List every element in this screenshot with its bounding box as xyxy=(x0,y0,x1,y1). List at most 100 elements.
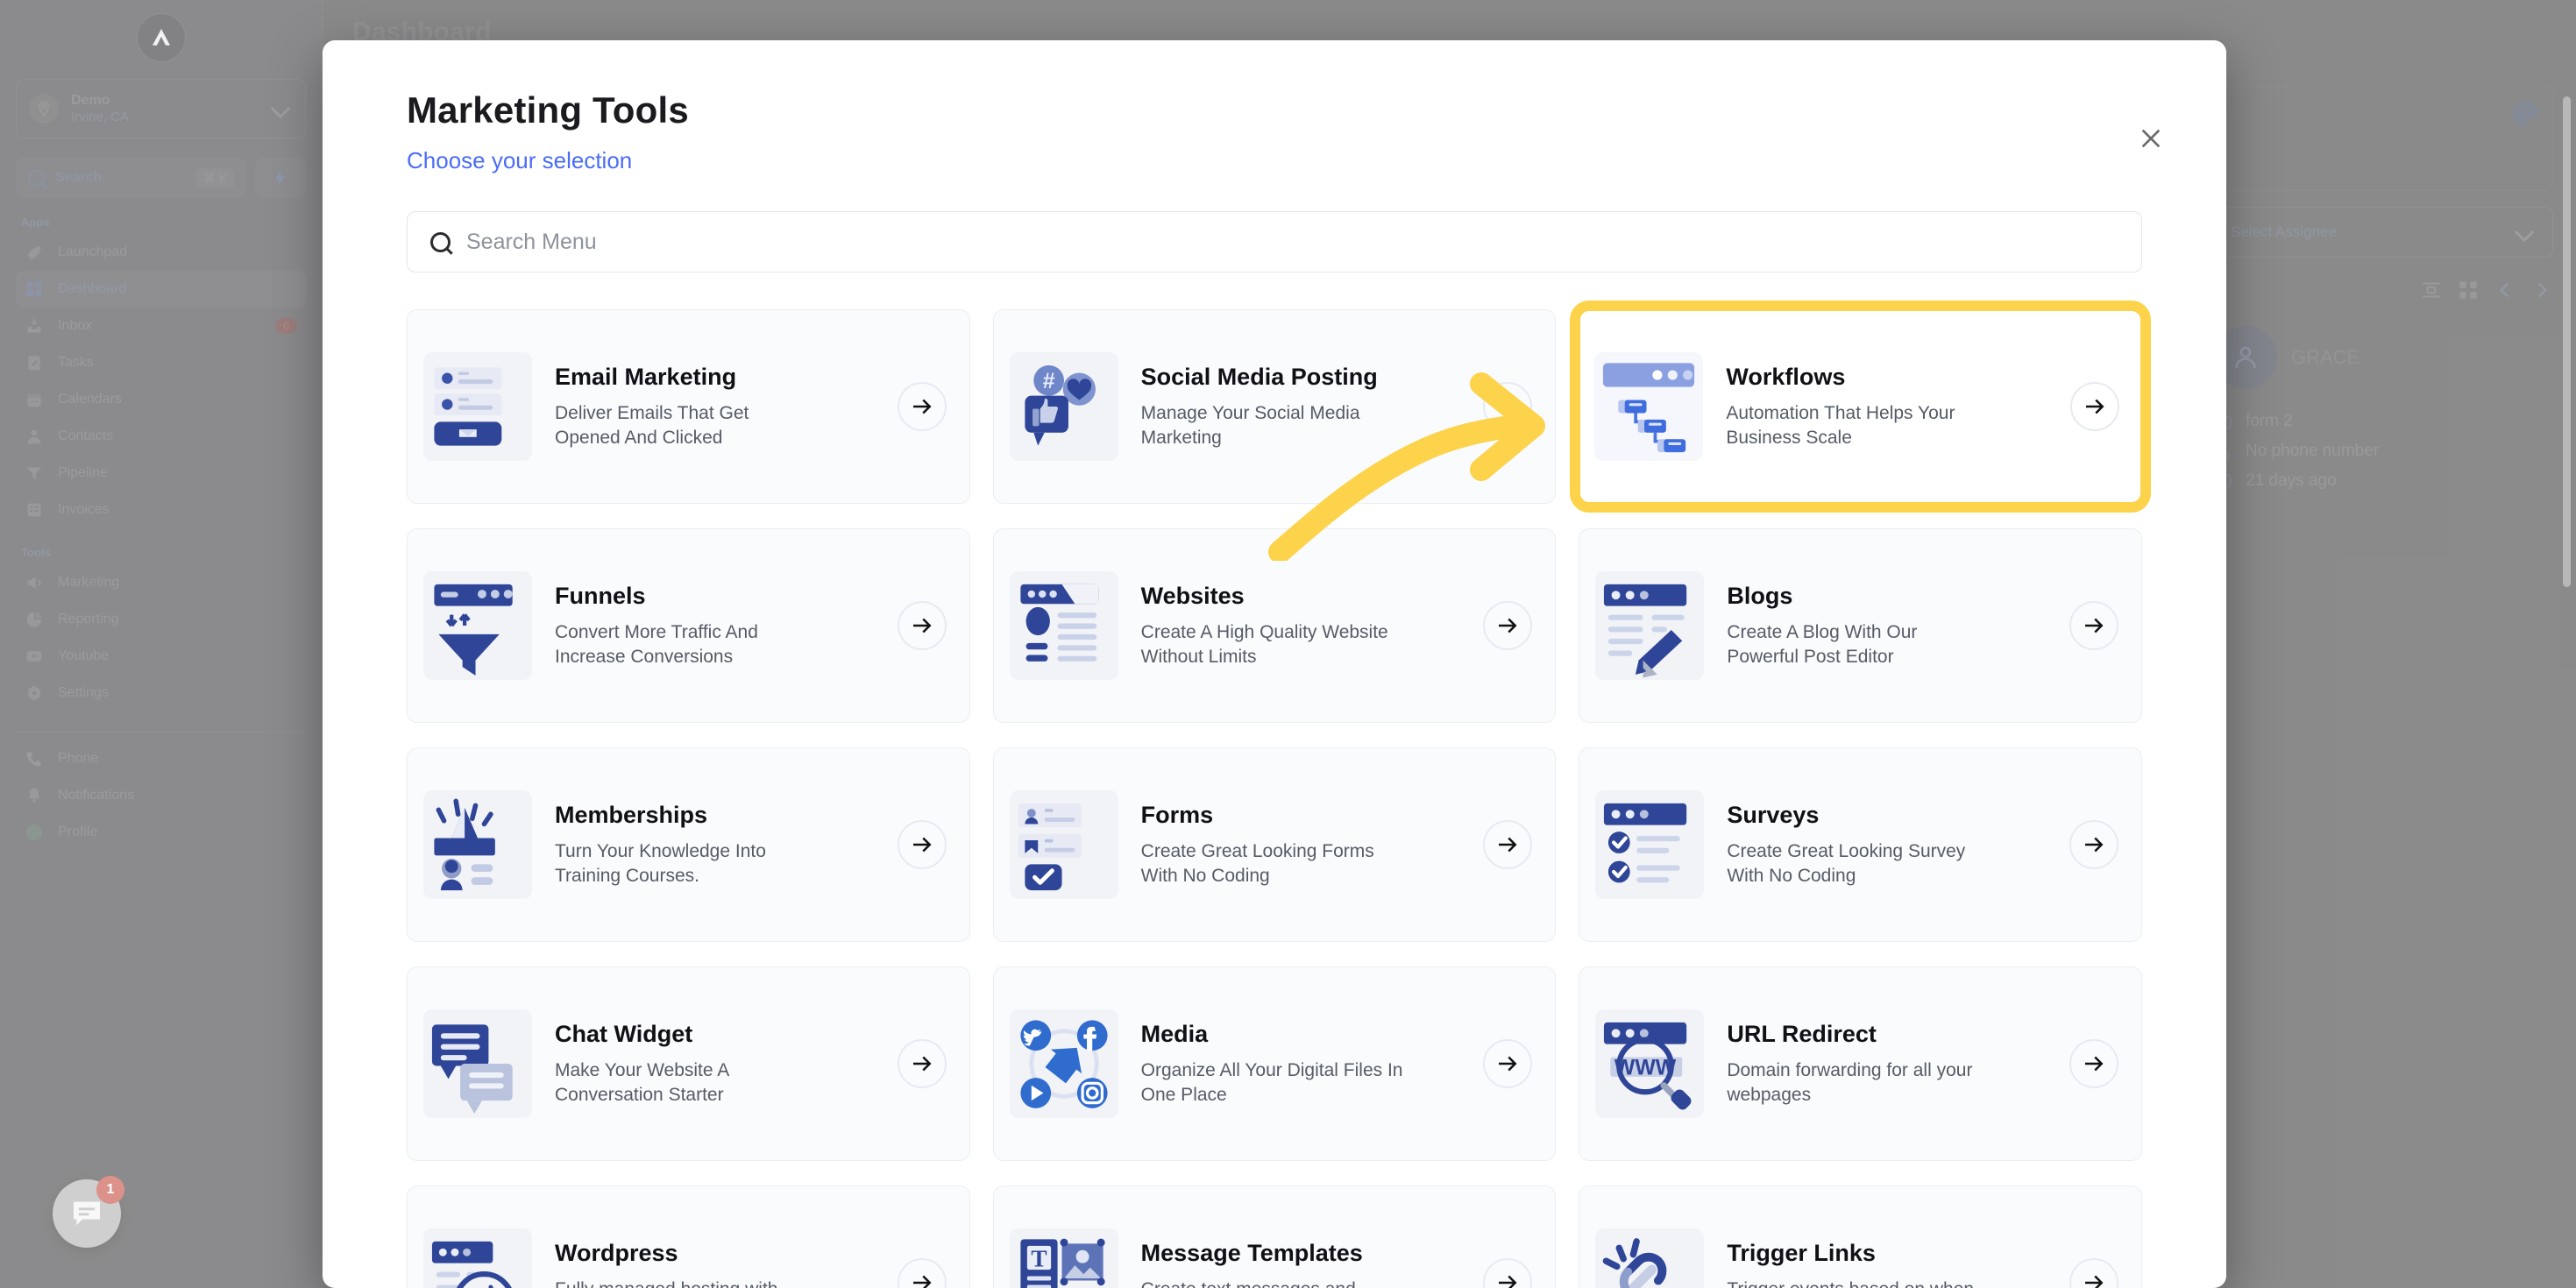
close-button[interactable] xyxy=(2133,121,2168,156)
tool-card-title: Email Marketing xyxy=(555,364,891,391)
wordpress-icon xyxy=(423,1228,532,1288)
message-templates-icon: T A xyxy=(1010,1228,1118,1288)
tools-grid: Email Marketing Deliver Emails That Get … xyxy=(407,309,2142,1288)
tool-card-desc: Convert More Traffic And Increase Conver… xyxy=(555,620,818,669)
tool-card-media[interactable]: Media Organize All Your Digital Files In… xyxy=(993,966,1557,1161)
svg-text:#: # xyxy=(1042,370,1054,393)
tool-card-wordpress[interactable]: Wordpress Fully managed hosting with spe… xyxy=(407,1185,970,1288)
tool-card-title: Workflows xyxy=(1726,364,2063,391)
arrow-right-icon xyxy=(2081,1270,2107,1288)
tool-card-title: Message Templates xyxy=(1141,1240,1477,1267)
blog-pencil-icon xyxy=(1595,571,1704,680)
tool-card-blogs[interactable]: Blogs Create A Blog With Our Powerful Po… xyxy=(1579,528,2142,723)
arrow-right-icon xyxy=(2081,832,2107,858)
tool-card-desc: Create A Blog With Our Powerful Post Edi… xyxy=(1727,620,1990,669)
tool-card-title: Social Media Posting xyxy=(1141,364,1477,391)
tool-card-desc: Create Great Looking Forms With No Codin… xyxy=(1141,839,1404,888)
tool-card-url-redirect[interactable]: WWW URL Redirect Domain forwarding for a… xyxy=(1579,966,2142,1161)
arrow-right-icon xyxy=(909,393,935,420)
tool-card-social-media-posting[interactable]: # Social Media Posting Manage Your Socia… xyxy=(993,309,1557,504)
tool-card-title: Media xyxy=(1141,1021,1477,1048)
tool-card-desc: Create A High Quality Website Without Li… xyxy=(1141,620,1404,669)
chat-widget-icon xyxy=(423,1009,532,1118)
arrow-right-icon xyxy=(909,1270,935,1288)
menu-search-input[interactable]: Search Menu xyxy=(407,211,2142,272)
marketing-tools-modal: Marketing Tools Choose your selection Se… xyxy=(323,40,2226,1288)
tool-card-desc: Create text messages and email templates xyxy=(1141,1277,1404,1288)
tool-card-title: Blogs xyxy=(1727,583,2062,610)
tool-card-go-button[interactable] xyxy=(2069,1039,2118,1088)
arrow-right-icon xyxy=(1494,832,1521,858)
email-marketing-icon xyxy=(423,352,532,461)
tool-card-go-button[interactable] xyxy=(2069,820,2118,869)
tool-card-desc: Manage Your Social Media Marketing xyxy=(1141,401,1404,449)
tool-card-websites[interactable]: Websites Create A High Quality Website W… xyxy=(993,528,1557,723)
media-share-icon xyxy=(1010,1009,1118,1118)
tool-card-memberships[interactable]: Memberships Turn Your Knowledge Into Tra… xyxy=(407,747,970,942)
tool-card-surveys[interactable]: Surveys Create Great Looking Survey With… xyxy=(1579,747,2142,942)
arrow-right-icon xyxy=(909,832,935,858)
tool-card-desc: Create Great Looking Survey With No Codi… xyxy=(1727,839,1990,888)
memberships-icon xyxy=(423,790,532,899)
tool-card-title: Memberships xyxy=(555,802,891,829)
tool-card-title: Websites xyxy=(1141,583,1477,610)
tool-card-desc: Trigger events based on when the link is… xyxy=(1727,1277,1990,1288)
arrow-right-icon xyxy=(2081,612,2107,639)
tool-card-funnels[interactable]: Funnels Convert More Traffic And Increas… xyxy=(407,528,970,723)
tool-card-title: Surveys xyxy=(1727,802,2062,829)
svg-text:WWW: WWW xyxy=(1614,1056,1677,1079)
arrow-right-icon xyxy=(1494,612,1521,639)
tool-card-go-button[interactable] xyxy=(2069,1258,2118,1288)
tool-card-go-button[interactable] xyxy=(2070,382,2119,431)
tool-card-message-templates[interactable]: T A xyxy=(993,1185,1557,1288)
tool-card-title: Chat Widget xyxy=(555,1021,891,1048)
tool-card-desc: Make Your Website A Conversation Starter xyxy=(555,1058,818,1107)
trigger-links-icon xyxy=(1595,1228,1704,1288)
funnel-icon xyxy=(423,571,532,680)
tool-card-go-button[interactable] xyxy=(898,1258,947,1288)
tool-card-go-button[interactable] xyxy=(1483,820,1532,869)
tool-card-forms[interactable]: Forms Create Great Looking Forms With No… xyxy=(993,747,1557,942)
tool-card-desc: Organize All Your Digital Files In One P… xyxy=(1141,1058,1404,1107)
tool-card-title: Trigger Links xyxy=(1727,1240,2062,1267)
tool-card-workflows[interactable]: Workflows Automation That Helps Your Bus… xyxy=(1579,309,2142,504)
workflows-icon xyxy=(1594,352,1703,461)
tool-card-go-button[interactable] xyxy=(1483,1039,1532,1088)
tool-card-trigger-links[interactable]: Trigger Links Trigger events based on wh… xyxy=(1579,1185,2142,1288)
menu-search-placeholder: Search Menu xyxy=(466,230,597,255)
tool-card-title: URL Redirect xyxy=(1727,1021,2062,1048)
tool-card-go-button[interactable] xyxy=(898,1039,947,1088)
arrow-right-icon xyxy=(1494,1051,1521,1077)
tool-card-chat-widget[interactable]: Chat Widget Make Your Website A Conversa… xyxy=(407,966,970,1161)
arrow-right-icon xyxy=(1494,393,1521,420)
tool-card-title: Forms xyxy=(1141,802,1477,829)
modal-title: Marketing Tools xyxy=(407,89,2142,131)
arrow-right-icon xyxy=(909,1051,935,1077)
social-media-icon: # xyxy=(1010,352,1118,461)
tool-card-go-button[interactable] xyxy=(1483,1258,1532,1288)
tool-card-go-button[interactable] xyxy=(898,382,947,431)
tool-card-go-button[interactable] xyxy=(898,820,947,869)
svg-text:T: T xyxy=(1031,1245,1047,1271)
website-icon xyxy=(1010,571,1118,680)
tool-card-go-button[interactable] xyxy=(898,601,947,650)
arrow-right-icon xyxy=(909,612,935,639)
search-icon xyxy=(430,232,451,252)
arrow-right-icon xyxy=(2082,393,2108,420)
close-icon xyxy=(2137,124,2165,152)
tool-card-go-button[interactable] xyxy=(1483,601,1532,650)
tool-card-desc: Automation That Helps Your Business Scal… xyxy=(1726,401,1989,449)
tool-card-go-button[interactable] xyxy=(1483,382,1532,431)
arrow-right-icon xyxy=(2081,1051,2107,1077)
tool-card-desc: Domain forwarding for all your webpages xyxy=(1727,1058,1990,1107)
tool-card-desc: Fully managed hosting with speed and sup… xyxy=(555,1277,818,1288)
url-redirect-icon: WWW xyxy=(1595,1009,1704,1118)
tool-card-email-marketing[interactable]: Email Marketing Deliver Emails That Get … xyxy=(407,309,970,504)
tool-card-go-button[interactable] xyxy=(2069,601,2118,650)
modal-subtitle: Choose your selection xyxy=(407,147,2142,174)
tool-card-desc: Turn Your Knowledge Into Training Course… xyxy=(555,839,818,888)
tool-card-title: Wordpress xyxy=(555,1240,891,1267)
arrow-right-icon xyxy=(1494,1270,1521,1288)
tool-card-title: Funnels xyxy=(555,583,891,610)
forms-icon xyxy=(1010,790,1118,899)
